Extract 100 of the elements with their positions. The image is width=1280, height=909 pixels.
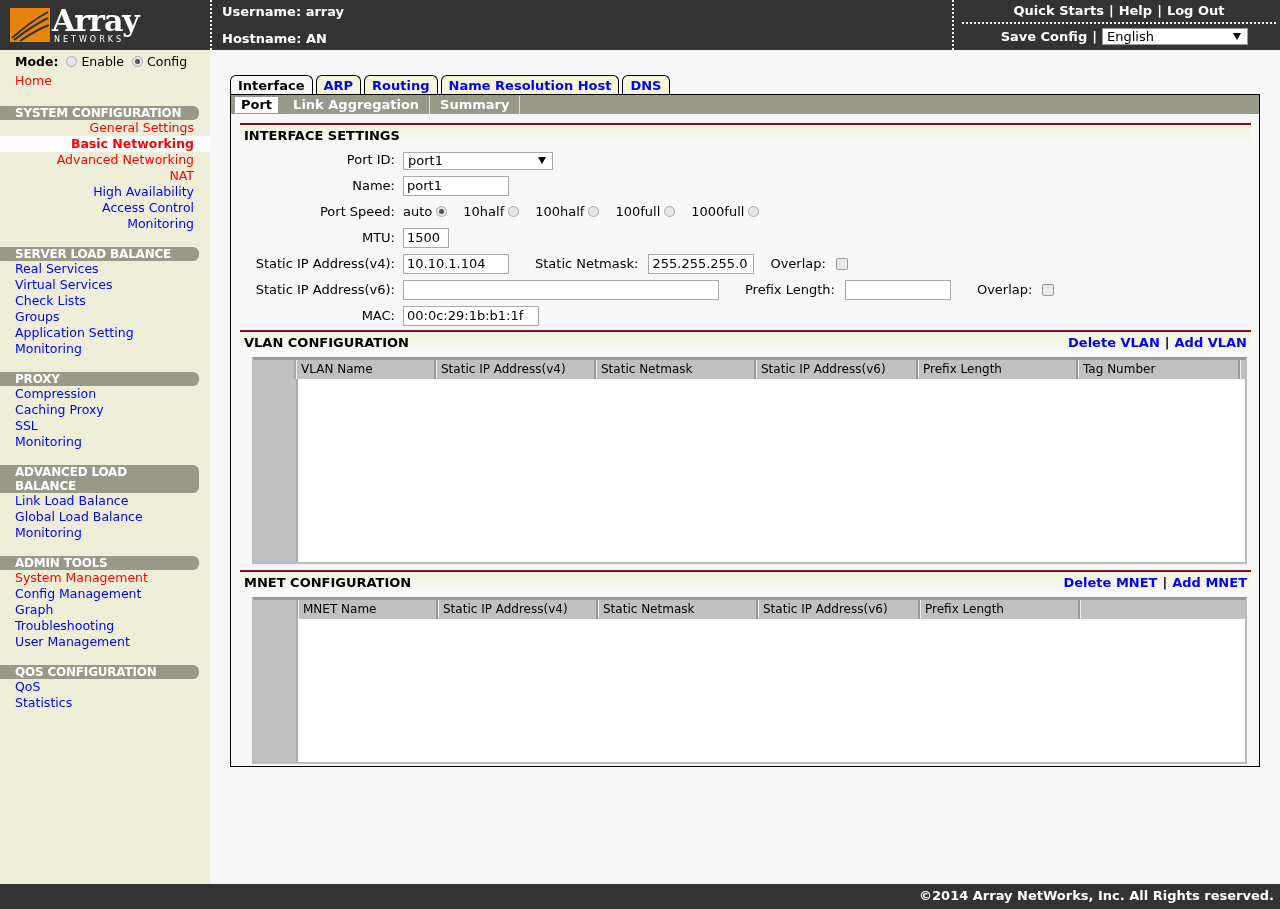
tab[interactable]: Routing <box>364 75 438 94</box>
field-label: Static IP Address(v4): <box>254 256 395 271</box>
column-header: Static IP Address(v6) <box>758 600 920 619</box>
nav-link[interactable]: Check Lists <box>0 293 210 309</box>
section-title: INTERFACE SETTINGS <box>244 128 400 143</box>
section-header: SERVER LOAD BALANCE <box>0 247 199 261</box>
nav-link[interactable]: Monitoring <box>0 341 210 357</box>
nav-link[interactable]: Graph <box>0 602 210 618</box>
speed-option-label: 100half <box>535 204 585 219</box>
mode-label: Mode: <box>15 54 59 69</box>
section-header: SYSTEM CONFIGURATION <box>0 106 199 120</box>
nav-link[interactable]: Access Control <box>0 200 210 216</box>
field-label: Static Netmask: <box>535 256 639 271</box>
logo-icon <box>10 8 50 42</box>
radio-button[interactable] <box>132 56 144 67</box>
overlap-checkbox[interactable] <box>1042 283 1055 296</box>
field-label: Static IP Address(v6): <box>254 282 395 297</box>
column-header: Tag Number <box>1078 360 1240 379</box>
nav-link[interactable]: QoS <box>0 679 210 695</box>
subtab[interactable]: Port <box>234 96 280 114</box>
tab[interactable]: DNS <box>622 75 670 94</box>
separator-text: | <box>1092 29 1097 44</box>
logo-wordmark: Array <box>52 6 139 36</box>
radio-button[interactable] <box>664 206 676 217</box>
ipv4-input[interactable]: 10.10.1.104 <box>403 253 509 274</box>
nav-link[interactable]: Monitoring <box>0 434 210 450</box>
section-header: ADVANCED LOAD BALANCE <box>0 465 199 493</box>
action-link[interactable]: Delete VLAN <box>1068 335 1160 350</box>
nav-link[interactable]: Real Services <box>0 261 210 277</box>
caret-icon <box>538 157 546 164</box>
speed-option-label: auto <box>403 204 433 219</box>
section-header: PROXY <box>0 372 199 386</box>
column-header: Static IP Address(v4) <box>438 600 598 619</box>
nav-link[interactable]: Monitoring <box>0 216 210 232</box>
action-link[interactable]: Add MNET <box>1172 575 1247 590</box>
field-label: Port ID: <box>345 152 395 167</box>
action-link[interactable]: Add VLAN <box>1174 335 1247 350</box>
mac-input[interactable]: 00:0c:29:1b:b1:1f <box>403 305 539 326</box>
nav-link[interactable]: SSL <box>0 418 210 434</box>
mode-option-label: Enable <box>81 54 125 69</box>
nav-link[interactable]: Config Management <box>0 586 210 602</box>
netmask-input[interactable]: 255.255.255.0 <box>648 253 755 274</box>
port-id-select[interactable]: port1 <box>403 151 553 170</box>
radio-button[interactable] <box>588 206 600 217</box>
separator-text: | <box>1157 3 1162 18</box>
section-header: QOS CONFIGURATION <box>0 665 199 679</box>
caret-icon <box>1233 33 1241 40</box>
field-label: Name: <box>351 178 395 193</box>
copyright-text: ©2014 Array NetWorks, Inc. All Rights reserved. <box>919 888 1274 903</box>
field-label: MTU: <box>360 230 395 245</box>
column-header: MNET Name <box>298 600 438 619</box>
header-link[interactable]: Help <box>1118 3 1153 18</box>
column-header: Static Netmask <box>598 600 758 619</box>
field-label: Prefix Length: <box>745 282 835 297</box>
mtu-input[interactable]: 1500 <box>403 227 449 248</box>
tab[interactable]: Interface <box>230 75 313 94</box>
tab[interactable]: ARP <box>315 75 362 94</box>
radio-button[interactable] <box>436 206 448 217</box>
field-label: Overlap: <box>976 282 1033 297</box>
mode-option-label: Config <box>147 54 188 69</box>
separator-text: | <box>1108 3 1114 18</box>
column-header: Prefix Length <box>918 360 1078 379</box>
column-header: Static IP Address(v4) <box>436 360 596 379</box>
nav-link[interactable]: High Availability <box>0 184 210 200</box>
language-select[interactable]: English <box>1102 28 1248 45</box>
nav-link[interactable]: Monitoring <box>0 525 210 541</box>
field-label: MAC: <box>360 308 395 323</box>
nav-link[interactable]: User Management <box>0 634 210 650</box>
nav-link[interactable]: Application Setting <box>0 325 210 341</box>
overlap-checkbox[interactable] <box>835 257 848 270</box>
nav-link[interactable]: Groups <box>0 309 210 325</box>
speed-option-label: 10half <box>463 204 505 219</box>
header-link[interactable]: Quick Starts <box>1013 3 1104 18</box>
nav-link[interactable]: Virtual Services <box>0 277 210 293</box>
nav-link[interactable]: Caching Proxy <box>0 402 210 418</box>
nav-link[interactable]: Compression <box>0 386 210 402</box>
nav-link[interactable]: Basic Networking <box>0 136 210 152</box>
ipv6-input[interactable] <box>403 279 719 300</box>
header-link[interactable]: Log Out <box>1166 3 1225 18</box>
logo-subtitle: NETWORKS <box>54 36 124 44</box>
radio-button[interactable] <box>66 56 78 67</box>
radio-button[interactable] <box>748 206 760 217</box>
save-config-link[interactable]: Save Config <box>1000 29 1088 44</box>
username-text: Username: array <box>222 4 346 19</box>
prefix-length-input[interactable] <box>844 279 951 300</box>
section-title: VLAN CONFIGURATION <box>244 335 409 350</box>
nav-link[interactable]: Link Load Balance <box>0 493 210 509</box>
name-input[interactable]: port1 <box>403 175 509 196</box>
radio-button[interactable] <box>508 206 520 217</box>
hostname-text: Hostname: AN <box>222 31 328 46</box>
separator-text: | <box>1164 335 1170 350</box>
tab[interactable]: Name Resolution Host <box>440 75 620 94</box>
speed-option-label: 1000full <box>691 204 745 219</box>
nav-link[interactable]: Statistics <box>0 695 210 711</box>
column-header: Static Netmask <box>596 360 756 379</box>
section-header: ADMIN TOOLS <box>0 556 199 570</box>
separator-text: | <box>1162 575 1168 590</box>
action-link[interactable]: Delete MNET <box>1063 575 1158 590</box>
nav-link[interactable]: Troubleshooting <box>0 618 210 634</box>
nav-link[interactable]: Global Load Balance <box>0 509 210 525</box>
